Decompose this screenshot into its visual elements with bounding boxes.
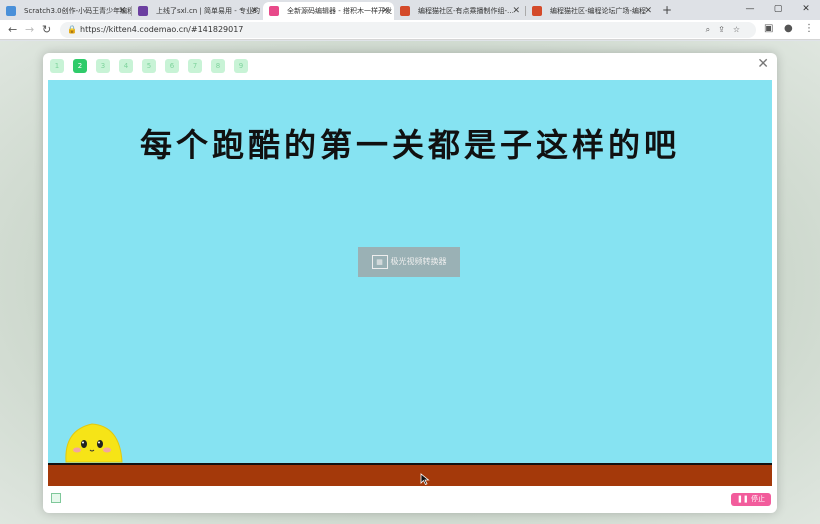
scene-page-button[interactable]: 4	[119, 59, 133, 73]
new-tab-button[interactable]: +	[657, 2, 677, 20]
url-text: https://kitten4.codemao.cn/#141829017	[80, 25, 244, 34]
tab-title: Scratch3.0创作-小码王青少年编程	[24, 7, 131, 15]
tab-title: 全新源码编辑器 - 搭积木一样开发	[287, 7, 392, 15]
maximize-icon[interactable]: ▢	[764, 0, 792, 18]
scene-page-button[interactable]: 3	[96, 59, 110, 73]
scene-page-list: 1 2 3 4 5 6 7 8 9	[50, 59, 257, 73]
game-stage[interactable]: 每个跑酷的第一关都是子这样的吧 ▦ 极光视频转换器	[48, 80, 772, 486]
scene-page-button[interactable]: 8	[211, 59, 225, 73]
stop-button[interactable]: ❚❚ 停止	[731, 493, 771, 506]
browser-tab-bar: Scratch3.0创作-小码王青少年编程 ✕ 上线了sxl.cn | 简单易用…	[0, 0, 820, 20]
bookmark-star-icon[interactable]: ☆	[733, 25, 748, 34]
address-tools: ⌕⇪☆	[706, 22, 748, 38]
tab-title: 上线了sxl.cn | 简单易用 - 专业的	[156, 7, 261, 15]
browser-tab[interactable]: 编程猫社区-编程论坛广场-编程 ✕	[526, 2, 657, 20]
tab-title: 编程猫社区-编程论坛广场-编程	[550, 7, 647, 15]
forward-icon[interactable]: →	[25, 23, 34, 36]
window-controls: — ▢ ✕	[736, 0, 820, 18]
tab-favicon-icon	[6, 6, 16, 16]
scene-page-button[interactable]: 9	[234, 59, 248, 73]
lock-icon: 🔒	[67, 25, 77, 34]
tab-favicon-icon	[400, 6, 410, 16]
browser-tab[interactable]: Scratch3.0创作-小码王青少年编程 ✕	[0, 2, 131, 20]
player-close-icon[interactable]: ✕	[757, 56, 769, 72]
browser-tab-active[interactable]: 全新源码编辑器 - 搭积木一样开发 ✕	[263, 2, 394, 20]
ground-platform	[48, 463, 772, 486]
zoom-icon[interactable]: ⌕	[706, 25, 718, 34]
address-bar[interactable]: 🔒 https://kitten4.codemao.cn/#141829017 …	[60, 22, 756, 38]
scene-page-button-active[interactable]: 2	[73, 59, 87, 73]
minimize-icon[interactable]: —	[736, 0, 764, 18]
stage-title-text: 每个跑酷的第一关都是子这样的吧	[139, 126, 680, 164]
tab-favicon-icon	[269, 6, 279, 16]
scene-page-button[interactable]: 1	[50, 59, 64, 73]
watermark: ▦ 极光视频转换器	[358, 247, 460, 277]
browser-tab[interactable]: 编程猫社区-有点乘播制作组-… ✕	[394, 2, 525, 20]
browser-toolbar: ← → ↻ 🔒 https://kitten4.codemao.cn/#1418…	[0, 20, 820, 40]
window-close-icon[interactable]: ✕	[792, 0, 820, 18]
stop-label: 停止	[750, 495, 765, 503]
tab-close-icon[interactable]: ✕	[644, 2, 652, 20]
tab-close-icon[interactable]: ✕	[381, 2, 389, 20]
sidebar-icon[interactable]: ▣	[764, 23, 773, 34]
pause-icon: ❚❚	[737, 495, 749, 503]
share-icon[interactable]: ⇪	[718, 25, 733, 34]
tab-favicon-icon	[138, 6, 148, 16]
back-icon[interactable]: ←	[8, 23, 17, 36]
mouse-cursor-icon	[420, 473, 430, 485]
scene-page-button[interactable]: 6	[165, 59, 179, 73]
yellow-blob-character	[65, 423, 123, 463]
tab-close-icon[interactable]: ✕	[118, 2, 126, 20]
browser-tab[interactable]: 上线了sxl.cn | 简单易用 - 专业的 ✕	[132, 2, 263, 20]
watermark-logo-icon: ▦	[371, 255, 388, 269]
reload-icon[interactable]: ↻	[42, 23, 51, 36]
work-player-panel: 1 2 3 4 5 6 7 8 9 ✕ 每个跑酷的第一关都是子这样的吧 ▦ 极光…	[43, 53, 777, 513]
scene-page-button[interactable]: 5	[142, 59, 156, 73]
menu-icon[interactable]: ⋮	[804, 23, 814, 34]
scene-page-button[interactable]: 7	[188, 59, 202, 73]
profile-icon[interactable]: ●	[784, 23, 793, 34]
tab-close-icon[interactable]: ✕	[250, 2, 258, 20]
tab-title: 编程猫社区-有点乘播制作组-…	[418, 7, 515, 15]
tab-close-icon[interactable]: ✕	[512, 2, 520, 20]
tab-favicon-icon	[532, 6, 542, 16]
grid-toggle-icon[interactable]	[51, 493, 61, 503]
watermark-text: 极光视频转换器	[390, 257, 447, 266]
